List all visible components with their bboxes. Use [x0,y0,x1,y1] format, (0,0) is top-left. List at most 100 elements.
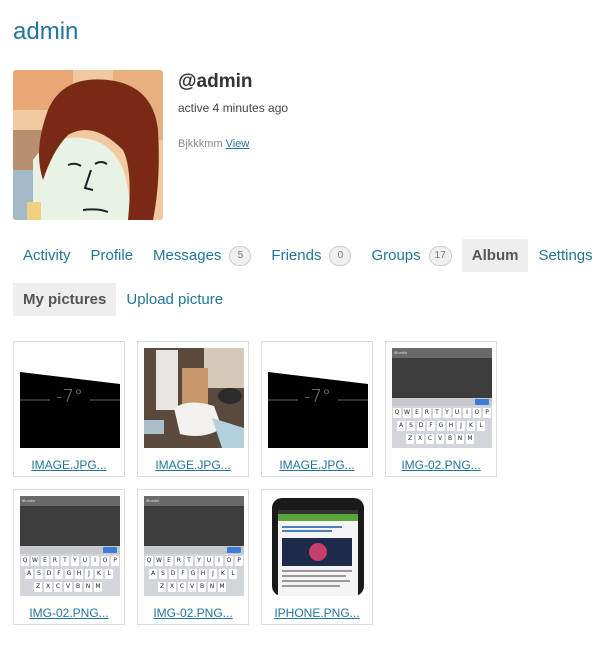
keyboard-key: B [74,582,82,592]
picture-link[interactable]: IMAGE.JPG... [138,458,248,472]
keyboard-key: L [105,569,113,579]
tab-activity[interactable]: Activity [13,239,81,272]
keyboard-key: O [225,556,233,566]
subtab-label: Upload picture [126,291,224,308]
picture-link[interactable]: IMAGE.JPG... [262,458,372,472]
kb-top-bar: iBundle [20,496,120,506]
picture-link[interactable]: IMG-02.PNG... [138,606,248,620]
keyboard-image[interactable]: iBundle QWERTYUIOP ASDFGHJKL ZXCVBNM [20,496,120,596]
keyboard-key: X [416,434,424,444]
keyboard-image[interactable]: iBundle QWERTYUIOP ASDFGHJKL ZXCVBNM [392,348,492,448]
keyboard-key: P [235,556,243,566]
keyboard-key: R [175,556,183,566]
keyboard-key: H [199,569,207,579]
keyboard-key: I [91,556,99,566]
keyboard-key: G [189,569,197,579]
kb-top-label: iBundle [146,498,160,503]
picture-link[interactable]: IMG-02.PNG... [14,606,124,620]
keyboard-key: Q [21,556,29,566]
picture-thumb[interactable]: IMAGE.JPG... [137,341,249,477]
picture-thumb[interactable]: iBundle QWERTYUIOP ASDFGHJKL ZXCVBNM IMG-0… [385,341,497,477]
picture-thumb[interactable]: -7° IMAGE.JPG... [13,341,125,477]
keyboard-key: D [45,569,53,579]
tab-album[interactable]: Album [461,239,529,272]
keyboard-key: Q [393,408,401,418]
keyboard-key: J [457,421,465,431]
keyboard-key: N [456,434,464,444]
kb-toolbar [392,398,492,406]
groups-count-badge: 17 [428,245,452,266]
tab-profile[interactable]: Profile [81,239,144,272]
picture-link[interactable]: IMAGE.JPG... [14,458,124,472]
keyboard-key: V [188,582,196,592]
keyboard-key: L [477,421,485,431]
keyboard-key: Y [71,556,79,566]
keyboard-key: O [101,556,109,566]
kb-top-label: iBundle [394,350,408,355]
keyboard-key: C [178,582,186,592]
tab-messages[interactable]: Messages 5 [143,239,261,272]
view-update-link[interactable]: View [226,138,250,150]
tab-settings[interactable]: Settings [528,239,602,272]
picture-thumb[interactable]: IPHONE.PNG... [261,489,373,625]
tab-label: Friends [271,247,322,264]
kb-top-bar: iBundle [392,348,492,358]
kb-done-button [227,547,241,553]
keyboard-key: K [219,569,227,579]
keyboard-key: W [31,556,39,566]
keyboard-key: T [61,556,69,566]
last-active: active 4 minutes ago [178,101,289,115]
avatar[interactable] [13,70,163,220]
keyboard-key: V [64,582,72,592]
tab-friends[interactable]: Friends 0 [261,239,361,272]
level-image[interactable]: -7° [20,348,120,448]
keyboard-key: I [215,556,223,566]
keyboard-key: N [84,582,92,592]
tab-groups[interactable]: Groups 17 [361,239,461,272]
keyboard-key: M [94,582,102,592]
keyboard-key: R [51,556,59,566]
keyboard-key: J [85,569,93,579]
photo-image[interactable] [144,348,244,448]
keyboard-key: Z [34,582,42,592]
keyboard-key: A [397,421,405,431]
keyboard-key: I [463,408,471,418]
phone-image[interactable] [268,496,368,596]
keyboard-key: F [55,569,63,579]
picture-link[interactable]: IPHONE.PNG... [262,606,372,620]
keyboard-key: Z [158,582,166,592]
subtab-upload-picture[interactable]: Upload picture [116,283,233,316]
subtab-my-pictures[interactable]: My pictures [13,283,117,316]
friends-count-badge: 0 [329,245,352,266]
level-image[interactable]: -7° [268,348,368,448]
keyboard-key: Y [195,556,203,566]
keyboard-key: A [149,569,157,579]
keyboard-key: Q [145,556,153,566]
keyboard-key: F [427,421,435,431]
keyboard-image[interactable]: iBundle QWERTYUIOP ASDFGHJKL ZXCVBNM [144,496,244,596]
picture-thumb[interactable]: iBundle QWERTYUIOP ASDFGHJKL ZXCVBNM IMG-0… [137,489,249,625]
album-subnav: My pictures Upload picture [13,283,233,316]
keyboard-key: S [159,569,167,579]
keyboard-key: A [25,569,33,579]
keyboard-key: D [169,569,177,579]
keyboard-key: R [423,408,431,418]
kb-top-label: iBundle [22,498,36,503]
keyboard-key: W [155,556,163,566]
picture-thumb[interactable]: iBundle QWERTYUIOP ASDFGHJKL ZXCVBNM IMG-0… [13,489,125,625]
picture-link[interactable]: IMG-02.PNG... [386,458,496,472]
latest-update: Bjkkkmm View [178,138,249,150]
keyboard-key: K [95,569,103,579]
keyboard-key: G [65,569,73,579]
kb-keys: QWERTYUIOP ASDFGHJKL ZXCVBNM [392,406,492,448]
page-title: admin [13,18,79,45]
tab-label: Groups [371,247,421,264]
picture-thumb[interactable]: -7° IMAGE.JPG... [261,341,373,477]
latest-update-text: Bjkkkmm [178,138,223,150]
keyboard-key: J [209,569,217,579]
keyboard-key: Z [406,434,414,444]
keyboard-key: E [41,556,49,566]
keyboard-key: N [208,582,216,592]
keyboard-key: V [436,434,444,444]
keyboard-key: F [179,569,187,579]
